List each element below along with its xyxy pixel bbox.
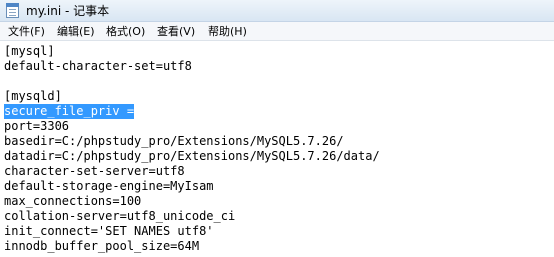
title-bar[interactable]: my.ini - 记事本 [0,0,554,22]
menu-view[interactable]: 查看(V) [157,24,195,39]
editor-line: innodb_buffer_pool_size=64M [4,239,200,253]
editor-line: default-character-set=utf8 [4,59,192,73]
notepad-icon [6,3,19,18]
editor-line: [mysqld] [4,89,62,103]
editor-line: basedir=C:/phpstudy_pro/Extensions/MySQL… [4,134,344,148]
selected-text: secure_file_priv = [4,104,135,119]
editor-line: datadir=C:/phpstudy_pro/Extensions/MySQL… [4,149,380,163]
menu-format[interactable]: 格式(O) [106,24,145,39]
editor-line: collation-server=utf8_unicode_ci [4,209,236,223]
notepad-window: my.ini - 记事本 文件(F) 编辑(E) 格式(O) 查看(V) 帮助(… [0,0,554,257]
editor-line: max_connections=100 [4,194,142,208]
editor-line: character-set-server=utf8 [4,164,185,178]
menu-edit[interactable]: 编辑(E) [57,24,95,39]
editor-line: port=3306 [4,119,70,133]
editor-line: init_connect='SET NAMES utf8' [4,224,214,238]
menu-file[interactable]: 文件(F) [8,24,45,39]
menu-bar: 文件(F) 编辑(E) 格式(O) 查看(V) 帮助(H) [0,22,554,41]
text-editor[interactable]: [mysql] default-character-set=utf8 [mysq… [0,41,554,257]
editor-line: default-storage-engine=MyIsam [4,179,214,193]
editor-line: [mysql] [4,44,55,58]
window-title: my.ini - 记事本 [26,4,110,18]
menu-help[interactable]: 帮助(H) [208,24,247,39]
